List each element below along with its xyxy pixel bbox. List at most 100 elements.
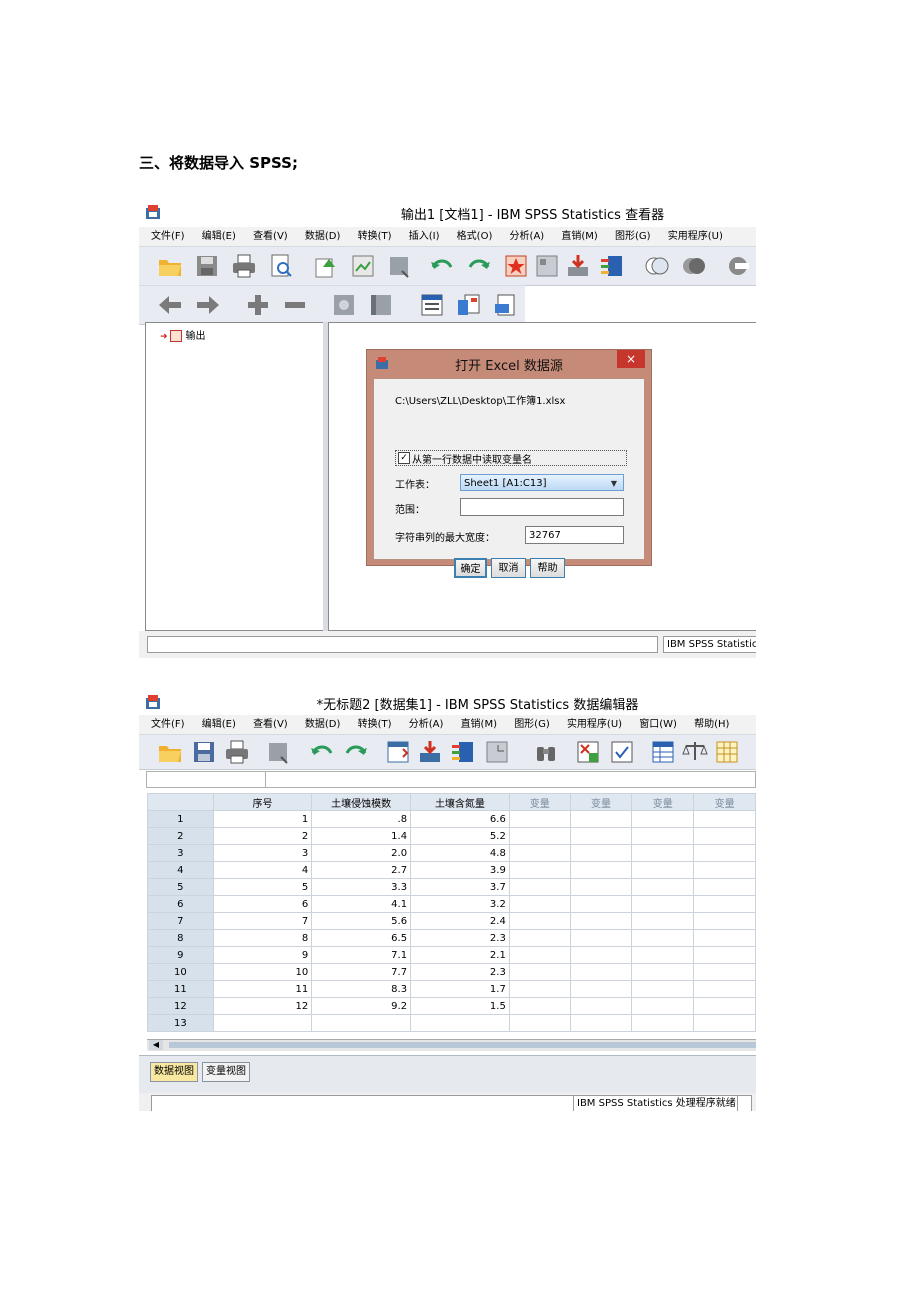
menu-edit[interactable]: 编辑(E) [202,227,236,246]
cell-id[interactable]: 12 [212,997,313,1015]
range-input[interactable] [460,498,624,516]
menu-utilities[interactable]: 实用程序(U) [668,227,723,246]
cell-id[interactable]: 9 [212,946,313,964]
select-cases-icon[interactable] [609,739,635,765]
demote-arrow-right-icon[interactable] [195,292,221,318]
menu-view[interactable]: 查看(V) [253,715,288,734]
help-button[interactable]: 帮助 [530,558,565,578]
cell-id[interactable]: 1 [212,810,313,828]
cell-empty[interactable] [631,963,695,981]
cell-id[interactable]: 2 [212,827,313,845]
ok-button[interactable]: 确定 [454,558,487,578]
scroll-left-arrow-icon[interactable]: ◀ [149,1040,163,1050]
cell-empty[interactable] [631,946,695,964]
cell-empty[interactable] [631,912,695,930]
split-file-icon[interactable] [575,739,601,765]
variables-icon[interactable] [450,739,476,765]
row-number-header[interactable]: 11 [147,980,214,998]
cell-empty[interactable] [631,861,695,879]
cell-nitrogen-content[interactable]: 2.1 [410,946,510,964]
cell-nitrogen-content[interactable]: 3.9 [410,861,510,879]
cell-id[interactable]: 8 [212,929,313,947]
column-header-empty-var[interactable]: 变量 [693,793,756,811]
cell-erosion-modulus[interactable]: 7.7 [311,963,412,981]
worksheet-select[interactable]: Sheet1 [A1:C13] ▼ [460,474,624,491]
cell-nitrogen-content[interactable]: 3.7 [410,878,510,896]
cell-empty[interactable] [693,912,756,930]
menu-file[interactable]: 文件(F) [151,227,185,246]
menu-help[interactable]: 帮助(H) [694,715,729,734]
menu-data[interactable]: 数据(D) [305,715,341,734]
cell-empty[interactable] [569,861,633,879]
menu-transform[interactable]: 转换(T) [358,227,392,246]
script-icon[interactable] [725,253,751,279]
weight-cases-icon[interactable] [650,739,676,765]
cell-erosion-modulus[interactable]: .8 [311,810,412,828]
cell-empty[interactable] [569,929,633,947]
cell-id[interactable]: 6 [212,895,313,913]
cell-empty[interactable] [569,997,633,1015]
open-folder-icon[interactable] [157,739,183,765]
cell-erosion-modulus[interactable]: 1.4 [311,827,412,845]
cell-empty[interactable] [693,946,756,964]
menu-transform[interactable]: 转换(T) [358,715,392,734]
cell-empty[interactable] [693,980,756,998]
row-number-header[interactable]: 6 [147,895,214,913]
cell-empty[interactable] [508,810,571,828]
cell-nitrogen-content[interactable]: 2.3 [410,963,510,981]
row-number-header[interactable]: 7 [147,912,214,930]
cell-nitrogen-content[interactable] [410,1014,510,1032]
insert-heading-icon[interactable] [419,292,445,318]
column-header[interactable]: 土壤侵蚀模数 [311,793,412,811]
cell-erosion-modulus[interactable]: 2.0 [311,844,412,862]
goto-case-icon[interactable] [503,253,529,279]
cell-empty[interactable] [631,827,695,845]
cell-erosion-modulus[interactable]: 5.6 [311,912,412,930]
outline-tree-pane[interactable]: ➜ 输出 [145,322,325,631]
row-number-header[interactable]: 12 [147,997,214,1015]
menu-insert[interactable]: 插入(I) [409,227,440,246]
export-icon[interactable] [313,253,339,279]
cell-empty[interactable] [693,929,756,947]
insert-text-icon[interactable] [493,292,519,318]
max-width-input[interactable]: 32767 [525,526,624,544]
cell-empty[interactable] [508,844,571,862]
cell-nitrogen-content[interactable]: 2.3 [410,929,510,947]
use-sets-grid-icon[interactable] [714,739,740,765]
cell-empty[interactable] [693,861,756,879]
read-var-names-checkbox[interactable]: ✓ 从第一行数据中读取变量名 [395,450,627,466]
import-data-icon[interactable] [565,253,591,279]
cell-empty[interactable] [693,844,756,862]
column-header[interactable]: 土壤含氮量 [410,793,510,811]
cell-empty[interactable] [508,912,571,930]
cell-empty[interactable] [569,980,633,998]
tab-variable-view[interactable]: 变量视图 [202,1062,250,1082]
menu-direct-marketing[interactable]: 直销(M) [561,227,597,246]
cell-id[interactable]: 11 [212,980,313,998]
cell-erosion-modulus[interactable]: 2.7 [311,861,412,879]
cell-empty[interactable] [631,929,695,947]
column-header[interactable]: 序号 [212,793,313,811]
cell-empty[interactable] [569,878,633,896]
variables-icon[interactable] [599,253,625,279]
dialog-close-button[interactable]: × [617,350,645,368]
cell-erosion-modulus[interactable]: 9.2 [311,997,412,1015]
goto-case-icon[interactable] [385,739,411,765]
cell-empty[interactable] [569,946,633,964]
column-header-empty-var[interactable]: 变量 [631,793,695,811]
cell-empty[interactable] [693,895,756,913]
cell-empty[interactable] [508,1014,571,1032]
horizontal-scrollbar[interactable]: ◀ [147,1039,756,1051]
expand-plus-icon[interactable] [245,292,271,318]
cell-empty[interactable] [508,946,571,964]
cell-empty[interactable] [631,878,695,896]
cell-empty[interactable] [693,997,756,1015]
tab-data-view[interactable]: 数据视图 [150,1062,198,1082]
menu-analyze[interactable]: 分析(A) [409,715,444,734]
cell-nitrogen-content[interactable]: 1.7 [410,980,510,998]
cell-empty[interactable] [508,997,571,1015]
cell-nitrogen-content[interactable]: 1.5 [410,997,510,1015]
cell-empty[interactable] [569,810,633,828]
cell-empty[interactable] [508,929,571,947]
menu-graphs[interactable]: 图形(G) [514,715,550,734]
